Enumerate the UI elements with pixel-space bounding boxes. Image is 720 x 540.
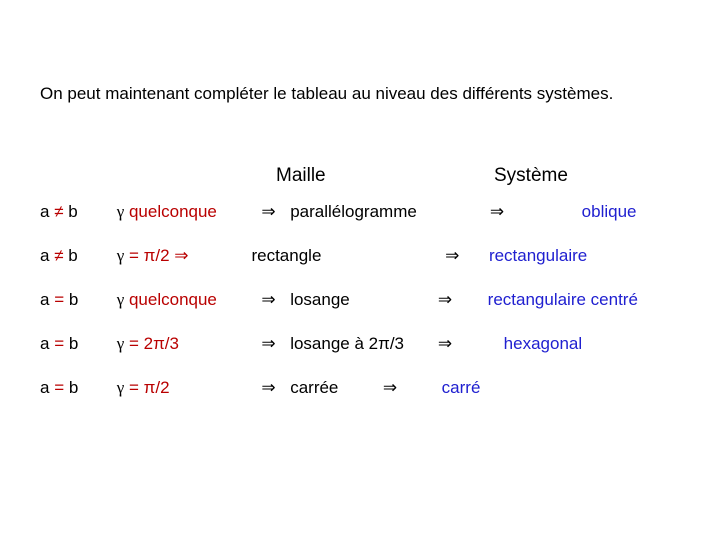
cond-b: b xyxy=(68,246,77,265)
table-row: a ≠ b γ = π/2 ⇒ rectangle ⇒ rectangulair… xyxy=(40,244,720,268)
maille-cell: carrée xyxy=(290,376,368,400)
cond-op: ≠ xyxy=(54,246,63,265)
condition: a ≠ b xyxy=(40,244,112,268)
gamma-cell: γ = π/2 xyxy=(117,376,247,400)
cond-a: a xyxy=(40,378,49,397)
cond-a: a xyxy=(40,290,49,309)
maille-cell: rectangle xyxy=(251,244,425,268)
arrow-icon: ⇒ xyxy=(430,244,474,268)
cond-a: a xyxy=(40,246,49,265)
intro-text: On peut maintenant compléter le tableau … xyxy=(40,84,680,104)
table-row: a = b γ = 2π/3 ⇒ losange à 2π/3 ⇒ hexago… xyxy=(40,332,720,356)
system-cell: oblique xyxy=(524,200,637,224)
condition: a ≠ b xyxy=(40,200,112,224)
arrow-icon: ⇒ xyxy=(435,332,455,356)
cond-a: a xyxy=(40,202,49,221)
cond-op: = xyxy=(54,334,69,353)
gamma-cell: γ quelconque xyxy=(117,288,247,312)
table-row: a = b γ = π/2 ⇒ carrée ⇒ carré xyxy=(40,376,720,400)
cond-a: a xyxy=(40,334,49,353)
gamma-value: = π/2 ⇒ xyxy=(124,246,188,265)
maille-cell: losange à 2π/3 xyxy=(290,332,430,356)
gamma-value: = π/2 xyxy=(124,378,169,397)
maille-cell: parallélogramme xyxy=(290,200,470,224)
system-cell: rectangulaire xyxy=(479,244,587,268)
gamma-value: = 2π/3 xyxy=(124,334,179,353)
arrow-icon: ⇒ xyxy=(251,200,285,224)
arrow-icon: ⇒ xyxy=(373,376,407,400)
gamma-value: quelconque xyxy=(124,290,217,309)
header-systeme: Système xyxy=(494,165,568,187)
cond-op: = xyxy=(54,378,69,397)
cond-b: b xyxy=(68,202,77,221)
table-row: a ≠ b γ quelconque ⇒ parallélogramme ⇒ o… xyxy=(40,200,720,224)
condition: a = b xyxy=(40,332,112,356)
gamma-cell: γ = 2π/3 xyxy=(117,332,247,356)
arrow-icon: ⇒ xyxy=(475,200,519,224)
system-cell: carré xyxy=(412,376,481,400)
maille-cell: losange xyxy=(290,288,430,312)
cond-b: b xyxy=(69,290,78,309)
arrow-icon: ⇒ xyxy=(435,288,455,312)
gamma-value: quelconque xyxy=(124,202,217,221)
gamma-cell: γ quelconque xyxy=(117,200,247,224)
table-row: a = b γ quelconque ⇒ losange ⇒ rectangul… xyxy=(40,288,720,312)
condition: a = b xyxy=(40,376,112,400)
gamma-cell: γ = π/2 ⇒ xyxy=(117,244,247,268)
system-cell: rectangulaire centré xyxy=(460,288,638,312)
cond-b: b xyxy=(69,378,78,397)
arrow-icon: ⇒ xyxy=(251,332,285,356)
arrow-icon: ⇒ xyxy=(251,288,285,312)
system-cell: hexagonal xyxy=(460,332,582,356)
cond-op: = xyxy=(54,290,69,309)
condition: a = b xyxy=(40,288,112,312)
header-maille: Maille xyxy=(276,165,326,187)
arrow-icon: ⇒ xyxy=(251,376,285,400)
cond-b: b xyxy=(69,334,78,353)
cond-op: ≠ xyxy=(54,202,63,221)
